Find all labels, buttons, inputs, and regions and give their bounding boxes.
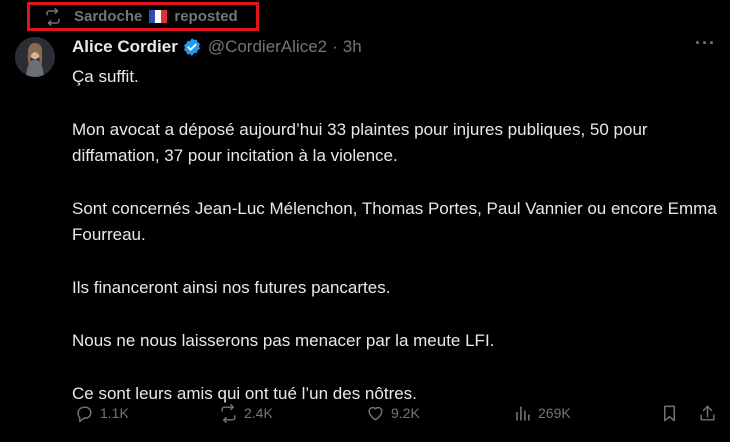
- views-chart-icon: [516, 405, 530, 421]
- tweet-line: Nous ne nous laisserons pas menacer par …: [72, 331, 495, 350]
- tweet-line: Ça suffit.: [72, 67, 139, 86]
- reply-icon: [77, 405, 92, 422]
- views-button[interactable]: 269K: [513, 404, 571, 423]
- more-options-icon[interactable]: ···: [695, 33, 716, 54]
- like-count: 9.2K: [391, 405, 420, 421]
- timestamp[interactable]: 3h: [343, 37, 362, 57]
- author-name[interactable]: Alice Cordier: [72, 37, 178, 57]
- reply-count: 1.1K: [100, 405, 129, 421]
- avatar[interactable]: [15, 37, 55, 77]
- repost-label: reposted: [174, 8, 238, 25]
- action-bar: 1.1K 2.4K 9.2K 269K: [72, 400, 722, 426]
- tweet-line: Mon avocat a déposé aujourd’hui 33 plain…: [72, 120, 648, 165]
- heart-icon: [368, 406, 383, 421]
- share-icon: [700, 405, 715, 421]
- like-button[interactable]: 9.2K: [366, 404, 420, 423]
- bookmark-button[interactable]: [660, 404, 685, 423]
- repost-icon: [221, 403, 236, 423]
- share-button[interactable]: [698, 404, 723, 423]
- separator-dot: ·: [332, 37, 338, 56]
- tweet-header: Alice Cordier @CordierAlice2 · 3h: [72, 35, 710, 59]
- bookmark-icon: [664, 405, 675, 421]
- french-flag-icon: [149, 10, 168, 23]
- tweet-line: Ils financeront ainsi nos futures pancar…: [72, 278, 391, 297]
- tweet-text: Ça suffit. Mon avocat a déposé aujourd’h…: [72, 64, 722, 407]
- repost-icon: [46, 7, 60, 26]
- tweet-line: Sont concernés Jean-Luc Mélenchon, Thoma…: [72, 199, 717, 244]
- views-count: 269K: [538, 405, 571, 421]
- reply-button[interactable]: 1.1K: [75, 404, 129, 423]
- author-handle[interactable]: @CordierAlice2: [208, 37, 327, 57]
- avatar-photo: [15, 37, 55, 77]
- repost-count: 2.4K: [244, 405, 273, 421]
- repost-button[interactable]: 2.4K: [219, 403, 273, 423]
- verified-badge-icon: [183, 38, 200, 56]
- reposter-name[interactable]: Sardoche: [74, 8, 142, 25]
- repost-indicator[interactable]: Sardoche reposted: [27, 2, 259, 31]
